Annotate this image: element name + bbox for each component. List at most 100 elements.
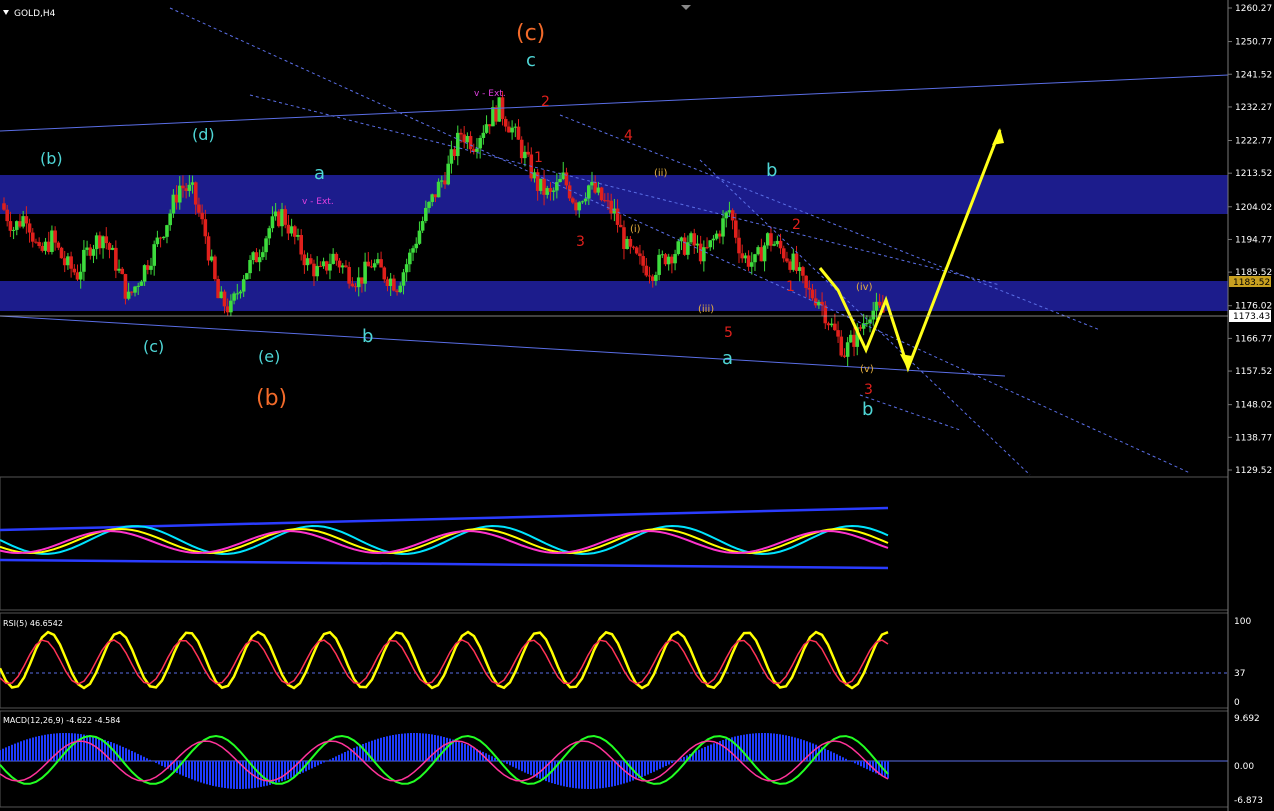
candle-body (366, 261, 371, 267)
wave-label-b-major: (b) (256, 386, 287, 411)
candle-body (2, 203, 6, 210)
candle-body (404, 264, 409, 273)
candle-body (762, 245, 767, 262)
candle-body (491, 107, 495, 127)
candle-body (465, 136, 470, 143)
candle-body (53, 230, 57, 243)
candle-body (695, 243, 700, 246)
candle-body (261, 252, 265, 258)
wave-label-roman: (iii) (698, 304, 714, 315)
candle-body (193, 182, 198, 205)
wave-label-b: (b) (40, 149, 63, 168)
candle-body (165, 225, 169, 237)
candle-body (114, 247, 118, 271)
candle-body (462, 134, 466, 143)
candle-body (142, 265, 147, 282)
candle-body (682, 237, 687, 255)
candle-body (152, 244, 156, 266)
candle-body (155, 237, 160, 245)
candle-body (206, 236, 211, 261)
candle-body (331, 253, 335, 264)
candle-body (539, 178, 543, 191)
candle-body (238, 291, 243, 294)
candle-body (788, 261, 792, 270)
candle-body (545, 188, 550, 195)
candle-body (730, 210, 735, 221)
candle-body (785, 258, 789, 262)
candle-body (724, 212, 729, 219)
candle-body (615, 208, 620, 225)
candle-body (698, 243, 703, 262)
candle-body (839, 336, 844, 356)
candle-body (363, 261, 367, 284)
candle-body (749, 262, 754, 267)
candle-body (660, 254, 665, 256)
rsi-level-0: 0 (1234, 698, 1240, 708)
wave-label-number: 1 (534, 150, 543, 166)
candle-body (519, 139, 524, 159)
candle-body (66, 256, 70, 266)
candle-body (663, 254, 668, 265)
candle-body (737, 237, 741, 254)
candle-body (478, 137, 482, 149)
demand-zone (0, 281, 1228, 311)
candle-body (305, 258, 310, 266)
candle-body (337, 260, 342, 268)
candle-body (158, 237, 163, 239)
price-tick-label: 1260.27 (1235, 4, 1272, 14)
candle-body (324, 261, 329, 271)
candle-body (126, 291, 131, 299)
wave-label-number: 2 (792, 217, 801, 233)
candle-body (551, 190, 556, 192)
candle-body (241, 279, 246, 292)
candle-body (59, 247, 64, 259)
price-tick-label: 1166.77 (1235, 334, 1272, 344)
candle-body (670, 256, 674, 264)
candle-body (388, 278, 393, 287)
candle-body (666, 256, 671, 265)
price-tick-label: 1250.77 (1235, 38, 1272, 48)
candle-body (449, 149, 454, 164)
candle-body (62, 258, 67, 266)
wave-label-number: 5 (724, 325, 733, 341)
mid-line (0, 527, 889, 555)
candle-body (647, 275, 652, 277)
current-price-label: 1173.43 (1233, 312, 1270, 322)
candle-body (631, 246, 636, 248)
candle-body (420, 221, 425, 231)
candle-body (395, 290, 399, 293)
candle-body (293, 226, 297, 237)
candle-body (427, 201, 431, 208)
candle-body (455, 132, 460, 157)
candle-body (638, 253, 642, 257)
candle-body (577, 202, 582, 211)
candle-body (8, 221, 13, 231)
candle-body (417, 230, 422, 244)
candle-body (379, 259, 383, 268)
price-tick-label: 1241.52 (1235, 70, 1272, 80)
wave-label-abc: b (766, 160, 777, 181)
wave-label-roman: (i) (630, 224, 641, 235)
candle-body (702, 247, 706, 262)
candle-body (315, 265, 319, 277)
candle-body (376, 259, 380, 264)
candle-body (299, 235, 303, 255)
candle-body (561, 172, 566, 180)
zone-price-label: 1183.52 (1233, 278, 1270, 288)
candle-body (759, 247, 764, 262)
candle-body (555, 182, 559, 191)
candle-body (69, 256, 73, 269)
candle-body (130, 291, 134, 293)
candle-body (778, 240, 783, 249)
candle-body (197, 204, 201, 213)
candle-body (487, 124, 492, 127)
wave-label-number: 3 (576, 234, 585, 250)
candle-body (532, 172, 537, 179)
candle-body (424, 207, 428, 222)
candle-body (78, 271, 83, 280)
candle-body (401, 272, 406, 286)
rsi-level-37: 37 (1234, 669, 1245, 679)
candle-body (734, 220, 738, 238)
price-tick-label: 1148.02 (1235, 401, 1272, 411)
candle-body (392, 278, 396, 291)
